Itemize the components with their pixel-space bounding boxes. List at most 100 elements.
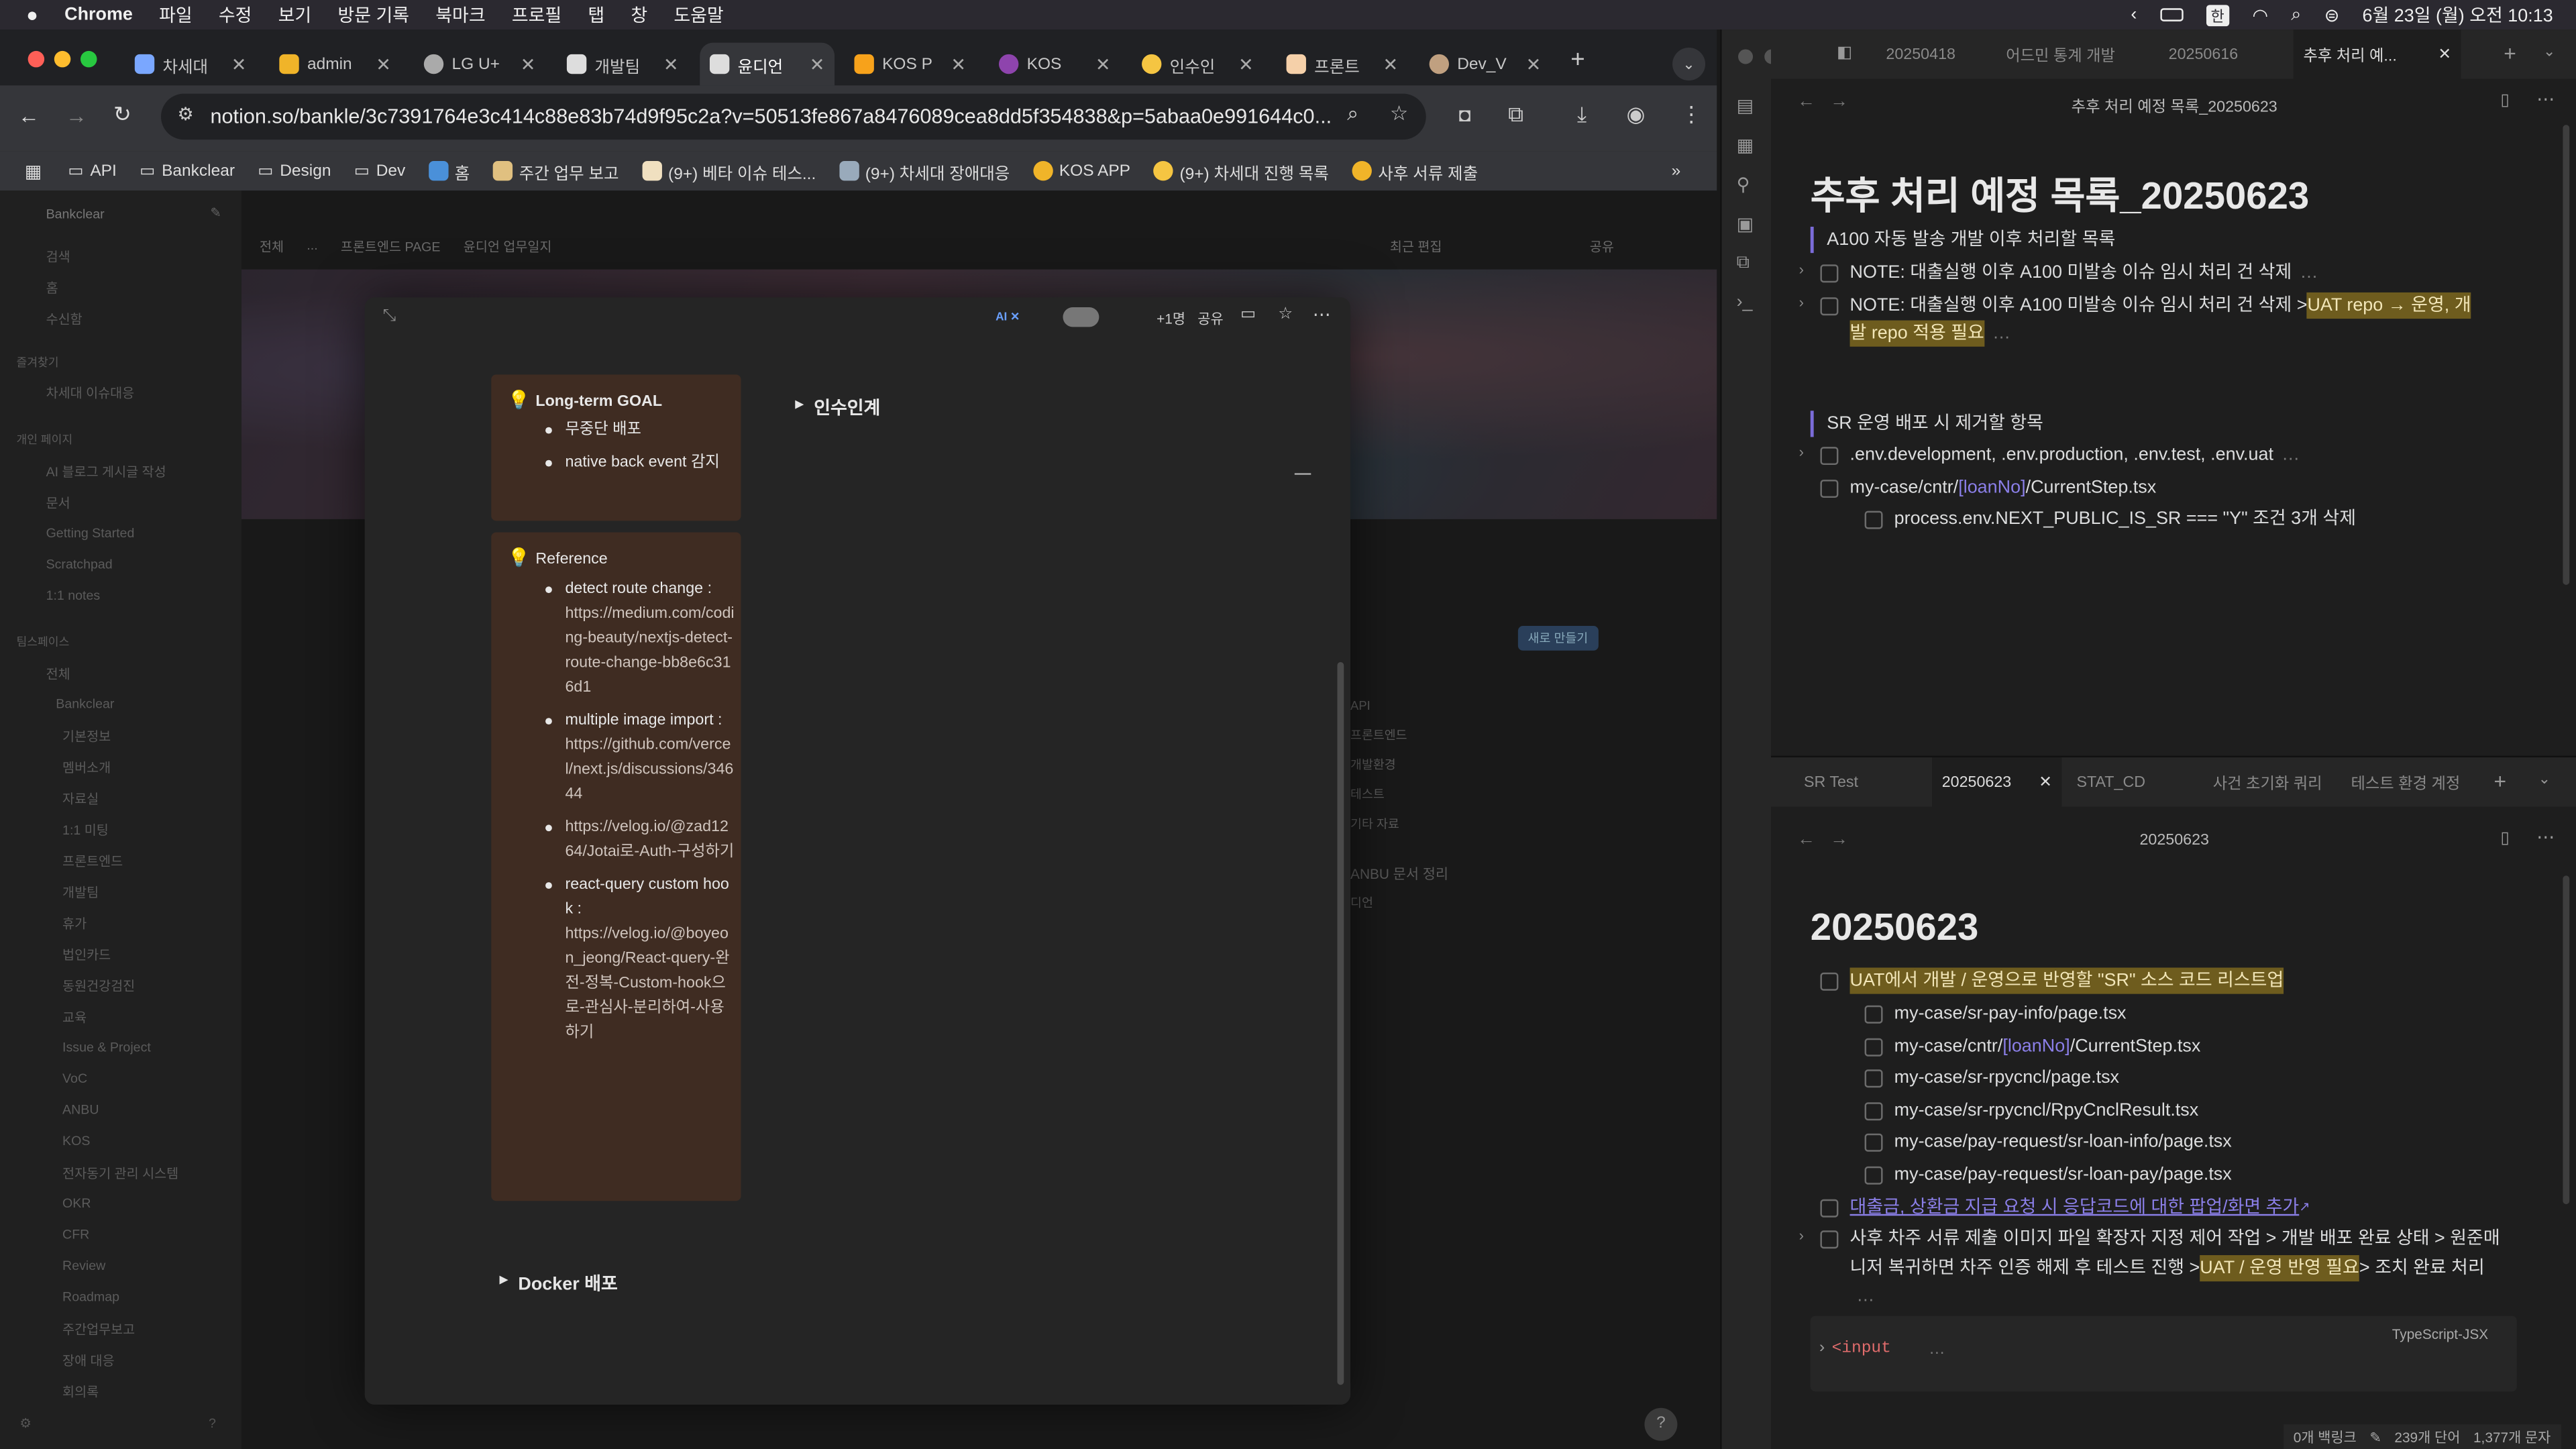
sidebar-item[interactable]: VoC [62, 1071, 87, 1086]
sidebar-item[interactable]: Scratchpad [46, 557, 113, 572]
sidebar-item-home[interactable]: 홈 [46, 279, 58, 297]
wifi-icon[interactable]: ◠ [2252, 4, 2268, 25]
collapse-chevron-icon[interactable]: › [1799, 294, 1804, 310]
reference-link[interactable]: https://github.com/vercel/next.js/discus… [565, 733, 736, 806]
ai-badge[interactable]: AI ✕ [996, 311, 1020, 323]
sidebar-item[interactable]: 법인카드 [62, 947, 111, 965]
task-checkbox[interactable] [1820, 1198, 1839, 1217]
task-checkbox[interactable] [1820, 445, 1839, 464]
menubar-clock[interactable]: 6월 23일 (월) 오전 10:13 [2363, 1, 2553, 28]
db-row[interactable]: 프론트엔드 [1350, 721, 1448, 751]
sidebar-item-inbox[interactable]: 수신함 [46, 311, 83, 329]
tab-close-icon[interactable]: ✕ [2438, 45, 2451, 63]
bookmark-link[interactable]: (9+) 베타 이슈 테스... [641, 158, 816, 183]
apps-grid-icon[interactable]: ▦ [25, 160, 42, 181]
window-minimize-button[interactable] [54, 50, 71, 68]
browser-tab[interactable]: LG U+ ✕ [414, 43, 545, 86]
help-icon[interactable]: ? [209, 1416, 216, 1431]
sidebar-item[interactable]: 프론트엔드 [62, 853, 123, 871]
sidebar-item[interactable]: AI 블로그 게시글 작성 [46, 464, 166, 482]
download-icon[interactable]: ⤓ [1577, 102, 1587, 128]
task-checkbox[interactable] [1820, 297, 1839, 315]
tab-close-icon[interactable]: ✕ [1238, 54, 1254, 74]
chrome-menu-icon[interactable]: ⋮ [1680, 102, 1702, 128]
settings-icon[interactable]: ⚙ [19, 1416, 32, 1431]
sidebar-toggle-icon[interactable]: ◧ [1837, 44, 1852, 62]
browser-tab-active[interactable]: 윤디언 ✕ [700, 42, 835, 86]
db-row[interactable]: 디언 [1350, 889, 1448, 918]
reference-link[interactable]: https://medium.com/coding-beauty/nextjs-… [565, 601, 736, 700]
sidebar-item[interactable]: 전자동기 관리 시스템 [62, 1165, 178, 1183]
apple-icon[interactable]: ● [26, 3, 38, 26]
browser-tab[interactable]: Dev_V ✕ [1419, 43, 1551, 86]
window-close-button[interactable] [28, 50, 45, 68]
task-checkbox[interactable] [1864, 1069, 1883, 1087]
task-checkbox[interactable] [1820, 478, 1839, 497]
bookmark-link[interactable]: 사후 서류 제출 [1352, 158, 1478, 183]
bookmark-link[interactable]: KOS APP [1032, 161, 1130, 181]
note-tab[interactable]: SR Test [1804, 757, 1858, 806]
comment-icon[interactable]: ▭ [1240, 306, 1256, 324]
menu-file[interactable]: 파일 [159, 1, 193, 28]
sidebar-item[interactable]: 기본정보 [62, 728, 111, 746]
tab-close-icon[interactable]: ✕ [810, 54, 825, 74]
bookmark-link[interactable]: 주간 업무 보고 [492, 158, 619, 183]
sidebar-item[interactable]: 전체 [46, 665, 70, 684]
tab-close-icon[interactable]: ✕ [1383, 54, 1399, 74]
new-button-dim[interactable]: 새로 만들기 [1517, 626, 1598, 651]
share-button-dim[interactable]: 공유 [1590, 238, 1614, 256]
sidebar-item[interactable]: 휴가 [62, 915, 87, 933]
folded-ellipsis[interactable]: … [1992, 321, 2010, 347]
breadcrumb-item[interactable]: 윤디언 업무일지 [464, 238, 552, 256]
note-tab[interactable]: STAT_CD [2077, 757, 2146, 806]
bookmark-folder[interactable]: ▭ API [68, 162, 116, 180]
note-tab[interactable]: 20250616 [2169, 30, 2239, 78]
browser-tab[interactable]: 인수인 ✕ [1132, 43, 1263, 86]
control-center-icon[interactable]: ⊜ [2324, 4, 2340, 25]
help-chat-icon[interactable]: ? [1644, 1407, 1678, 1441]
site-info-icon[interactable]: ⚙ [177, 103, 193, 125]
reload-icon[interactable]: ↻ [113, 102, 131, 128]
bookmark-folder[interactable]: ▭ Bankclear [140, 162, 235, 180]
pane-scrollbar[interactable] [2563, 125, 2570, 585]
share-button[interactable]: 공유 [1197, 309, 1223, 328]
sidebar-item[interactable]: Bankclear [56, 696, 114, 711]
sidebar-item[interactable]: 주간업무보고 [62, 1321, 135, 1339]
sidebar-item[interactable]: 차세대 이슈대응 [46, 384, 135, 402]
copy-icon[interactable]: ⧉ [1737, 253, 1750, 274]
note-tab[interactable]: 어드민 통계 개발 [2006, 30, 2115, 78]
bookmark-link[interactable]: 홈 [428, 158, 470, 183]
task-checkbox[interactable] [1820, 971, 1839, 990]
sidebar-item[interactable]: 개발팀 [62, 884, 99, 902]
sidebar-item[interactable]: KOS [62, 1134, 90, 1148]
spotlight-search-icon[interactable]: ⌕ [2291, 4, 2301, 25]
folded-ellipsis[interactable]: … [2282, 442, 2300, 468]
menu-tab[interactable]: 탭 [588, 1, 604, 28]
reference-link[interactable]: https://velog.io/@zad1264/Jotai로-Auth-구성… [565, 815, 736, 864]
calendar-icon[interactable]: ▦ [1737, 135, 1754, 156]
menu-help[interactable]: 도움말 [674, 1, 723, 28]
external-link[interactable]: 대출금, 상환금 지급 요청 시 응답코드에 대한 팝업/화면 추가 [1850, 1194, 2300, 1220]
breadcrumb-item[interactable]: ... [307, 238, 317, 256]
task-checkbox[interactable] [1864, 1132, 1883, 1151]
menu-profile[interactable]: 프로필 [512, 1, 561, 28]
folded-ellipsis[interactable]: … [1929, 1340, 1945, 1358]
window-zoom-button[interactable] [80, 50, 97, 68]
tab-close-icon[interactable]: ✕ [521, 54, 536, 74]
menu-view[interactable]: 보기 [278, 1, 312, 28]
edit-mode-icon[interactable]: ✎ [2369, 1428, 2381, 1446]
sidebar-item[interactable]: 1:1 미팅 [62, 821, 109, 839]
browser-tab[interactable]: 개발팀 ✕ [557, 43, 688, 86]
menu-history[interactable]: 방문 기록 [337, 1, 409, 28]
tab-close-icon[interactable]: ✕ [663, 54, 679, 74]
sidebar-item[interactable]: Roadmap [62, 1289, 119, 1304]
modal-scrollbar[interactable] [1337, 661, 1344, 1385]
task-checkbox[interactable] [1864, 1004, 1883, 1023]
task-checkbox[interactable] [1864, 1037, 1883, 1056]
new-page-icon[interactable]: ✎ [210, 205, 221, 220]
bookmark-folder[interactable]: ▭ Dev [354, 162, 406, 180]
input-source-indicator[interactable]: 한 [2206, 4, 2230, 25]
collapse-chevron-icon[interactable]: › [1799, 1227, 1804, 1243]
tab-close-icon[interactable]: ✕ [1095, 54, 1111, 74]
tab-close-icon[interactable]: ✕ [376, 54, 391, 74]
